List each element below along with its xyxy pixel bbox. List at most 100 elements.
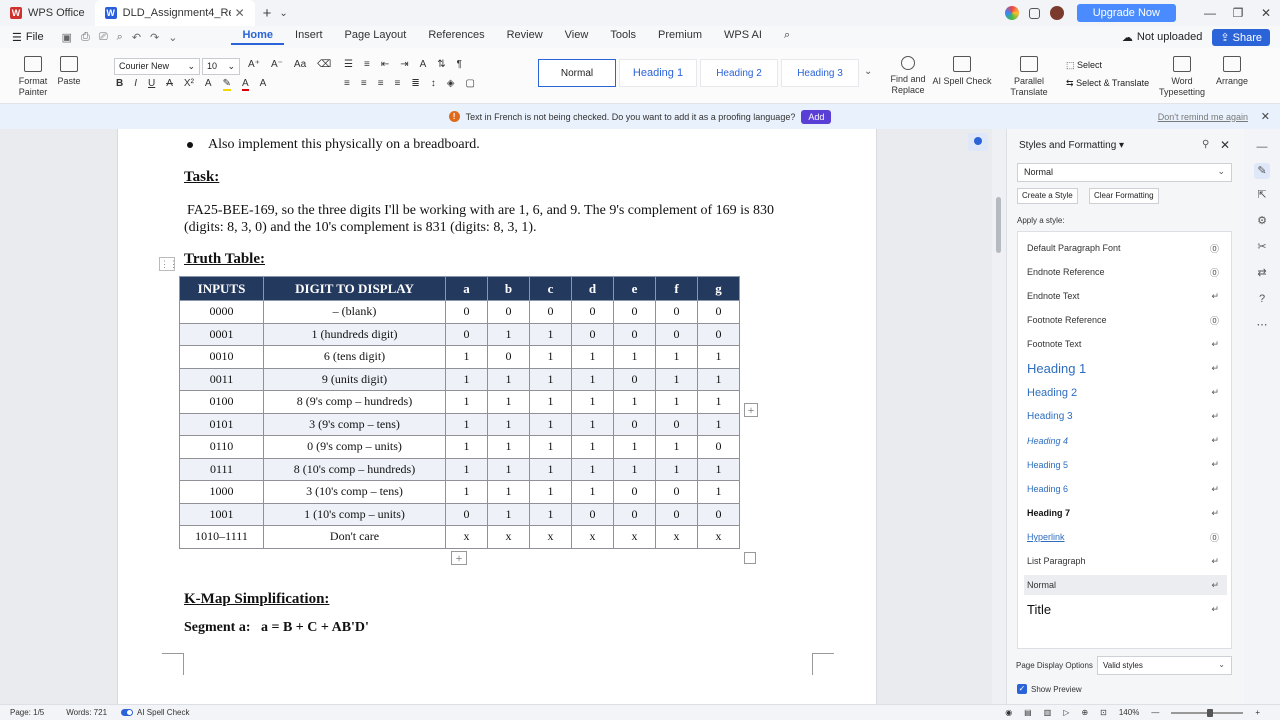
add-column-icon[interactable]: + <box>744 403 758 417</box>
style-normal[interactable]: Normal <box>538 59 616 87</box>
table-cell[interactable]: 1 <box>613 457 656 481</box>
table-cell[interactable]: 1 <box>487 502 530 526</box>
table-cell[interactable]: 0 <box>487 300 530 324</box>
table-cell[interactable]: 0 <box>571 502 614 526</box>
change-case-icon[interactable]: Aa <box>294 59 306 70</box>
table-cell[interactable]: 1 <box>445 345 488 369</box>
table-cell[interactable]: 1 <box>655 457 698 481</box>
zoom-out-icon[interactable]: — <box>1151 708 1159 717</box>
table-cell[interactable]: 0101 <box>179 412 264 436</box>
align-left-icon[interactable]: ≡ <box>344 78 350 89</box>
add-row-icon[interactable]: + <box>451 551 467 565</box>
style-item[interactable]: Heading 4 ↵ <box>1024 431 1227 451</box>
chinese-layout-icon[interactable]: A <box>420 59 427 70</box>
select-button[interactable]: ⬚ Select <box>1066 60 1102 71</box>
table-cell[interactable]: 1 <box>697 390 740 414</box>
dont-remind-link[interactable]: Don't remind me again <box>1158 112 1248 122</box>
table-cell[interactable]: 8 (9's comp – hundreds) <box>263 390 446 414</box>
table-cell[interactable]: 0 <box>655 300 698 324</box>
table-row[interactable]: 0001 1 (hundreds digit) 0 1 1 0 0 0 0 <box>179 322 740 346</box>
select-translate-button[interactable]: ⇆ Select & Translate <box>1066 78 1149 89</box>
table-cell[interactable]: x <box>529 525 572 549</box>
style-item[interactable]: Footnote Text ↵ <box>1024 334 1227 354</box>
tab-document[interactable]: W DLD_Assignment4_Reg169... ✕ <box>94 0 255 26</box>
table-cell[interactable]: 0 <box>655 412 698 436</box>
table-resize-handle[interactable] <box>744 552 756 564</box>
table-cell[interactable]: 0 <box>445 300 488 324</box>
table-cell[interactable]: 1 <box>487 480 530 504</box>
table-cell[interactable]: x <box>571 525 614 549</box>
table-cell[interactable]: x <box>697 525 740 549</box>
table-cell[interactable]: 0 <box>613 480 656 504</box>
read-mode-icon[interactable]: ▥ <box>1044 708 1052 717</box>
zoom-slider[interactable] <box>1171 708 1244 717</box>
pin-panel-icon[interactable]: ⚲ <box>1202 139 1209 150</box>
bold-icon[interactable]: B <box>116 78 123 91</box>
word-typesetting-button[interactable]: Word Typesetting <box>1156 56 1208 98</box>
italic-icon[interactable]: I <box>134 78 137 91</box>
table-cell[interactable]: 1 <box>697 457 740 481</box>
cloud-status[interactable]: ☁ Not uploaded <box>1122 31 1202 44</box>
table-cell[interactable]: 1 <box>529 412 572 436</box>
table-cell[interactable]: 1 <box>445 390 488 414</box>
parallel-translate-button[interactable]: Parallel Translate <box>998 56 1060 98</box>
style-item[interactable]: Normal ↵ <box>1024 575 1227 596</box>
table-row[interactable]: 1001 1 (10's comp – units) 0 1 1 0 0 0 0 <box>179 502 740 526</box>
file-menu[interactable]: ☰ File <box>12 31 44 44</box>
find-replace-button[interactable]: Find and Replace <box>888 56 928 96</box>
table-cell[interactable]: 1 <box>571 412 614 436</box>
style-heading-1[interactable]: Heading 1 <box>619 59 697 87</box>
align-center-icon[interactable]: ≡ <box>361 78 367 89</box>
table-cell[interactable]: x <box>613 525 656 549</box>
table-cell[interactable]: 0100 <box>179 390 264 414</box>
upgrade-button[interactable]: Upgrade Now <box>1076 4 1176 22</box>
more-icon[interactable]: ⌄ <box>168 31 177 44</box>
checkbox-checked-icon[interactable]: ✓ <box>1017 684 1027 694</box>
strikethrough-icon[interactable]: A <box>166 78 173 91</box>
table-cell[interactable]: x <box>445 525 488 549</box>
bullets-icon[interactable]: ☰ <box>344 59 353 70</box>
settings-sliders-icon[interactable]: ⚙ <box>1256 215 1268 227</box>
menu-premium[interactable]: Premium <box>647 29 713 45</box>
show-preview-toggle[interactable]: ✓ Show Preview <box>1017 684 1082 694</box>
distributed-icon[interactable]: ≣ <box>411 78 419 89</box>
table-move-handle[interactable]: ⋮⋮ <box>159 257 178 271</box>
table-cell[interactable]: 1 <box>655 435 698 459</box>
table-cell[interactable]: 0011 <box>179 367 264 391</box>
ai-spell-check-button[interactable]: AI Spell Check <box>932 56 992 87</box>
shading-icon[interactable]: ◈ <box>447 78 455 89</box>
format-painter-button[interactable]: Format Painter <box>14 56 52 98</box>
table-cell[interactable]: 0 <box>613 322 656 346</box>
justify-icon[interactable]: ≡ <box>395 78 401 89</box>
table-row[interactable]: 1010–1111 Don't care x x x x x x x <box>179 525 740 549</box>
table-cell[interactable]: 1 <box>571 457 614 481</box>
table-cell[interactable]: 1 <box>529 345 572 369</box>
style-heading-3[interactable]: Heading 3 <box>781 59 859 87</box>
table-row[interactable]: 0110 0 (9's comp – units) 1 1 1 1 1 1 0 <box>179 435 740 459</box>
table-cell[interactable]: 1000 <box>179 480 264 504</box>
edit-style-icon[interactable]: ✎ <box>1254 163 1270 179</box>
export-icon[interactable]: ⎙ <box>81 31 90 44</box>
table-cell[interactable]: 1 <box>571 435 614 459</box>
minimize-icon[interactable]: — <box>1196 6 1224 20</box>
page-count[interactable]: Page: 1/5 <box>10 708 44 717</box>
font-name-select[interactable]: Courier New ⌄ <box>114 58 200 75</box>
table-cell[interactable]: 1 <box>487 322 530 346</box>
table-cell[interactable]: 1010–1111 <box>179 525 264 549</box>
superscript-icon[interactable]: X² <box>184 78 194 91</box>
table-cell[interactable]: 1 <box>487 435 530 459</box>
add-language-button[interactable]: Add <box>801 109 832 124</box>
ai-spell-toggle[interactable]: AI Spell Check <box>121 708 189 717</box>
style-heading-2[interactable]: Heading 2 <box>700 59 778 87</box>
page-view-icon[interactable]: ▤ <box>1024 708 1032 717</box>
navigation-icon[interactable]: ⇄ <box>1256 267 1268 279</box>
table-cell[interactable]: 0 <box>655 480 698 504</box>
panel-title[interactable]: Styles and Formatting ▾ <box>1019 140 1124 151</box>
document-page[interactable]: Also implement this physically on a brea… <box>117 129 877 704</box>
menu-tools[interactable]: Tools <box>599 29 647 45</box>
style-item[interactable]: Heading 1 ↵ <box>1024 359 1227 379</box>
clear-formatting-button[interactable]: Clear Formatting <box>1089 188 1159 204</box>
table-cell[interactable]: 3 (10's comp – tens) <box>263 480 446 504</box>
table-cell[interactable]: 0 (9's comp – units) <box>263 435 446 459</box>
table-cell[interactable]: 0 <box>697 502 740 526</box>
